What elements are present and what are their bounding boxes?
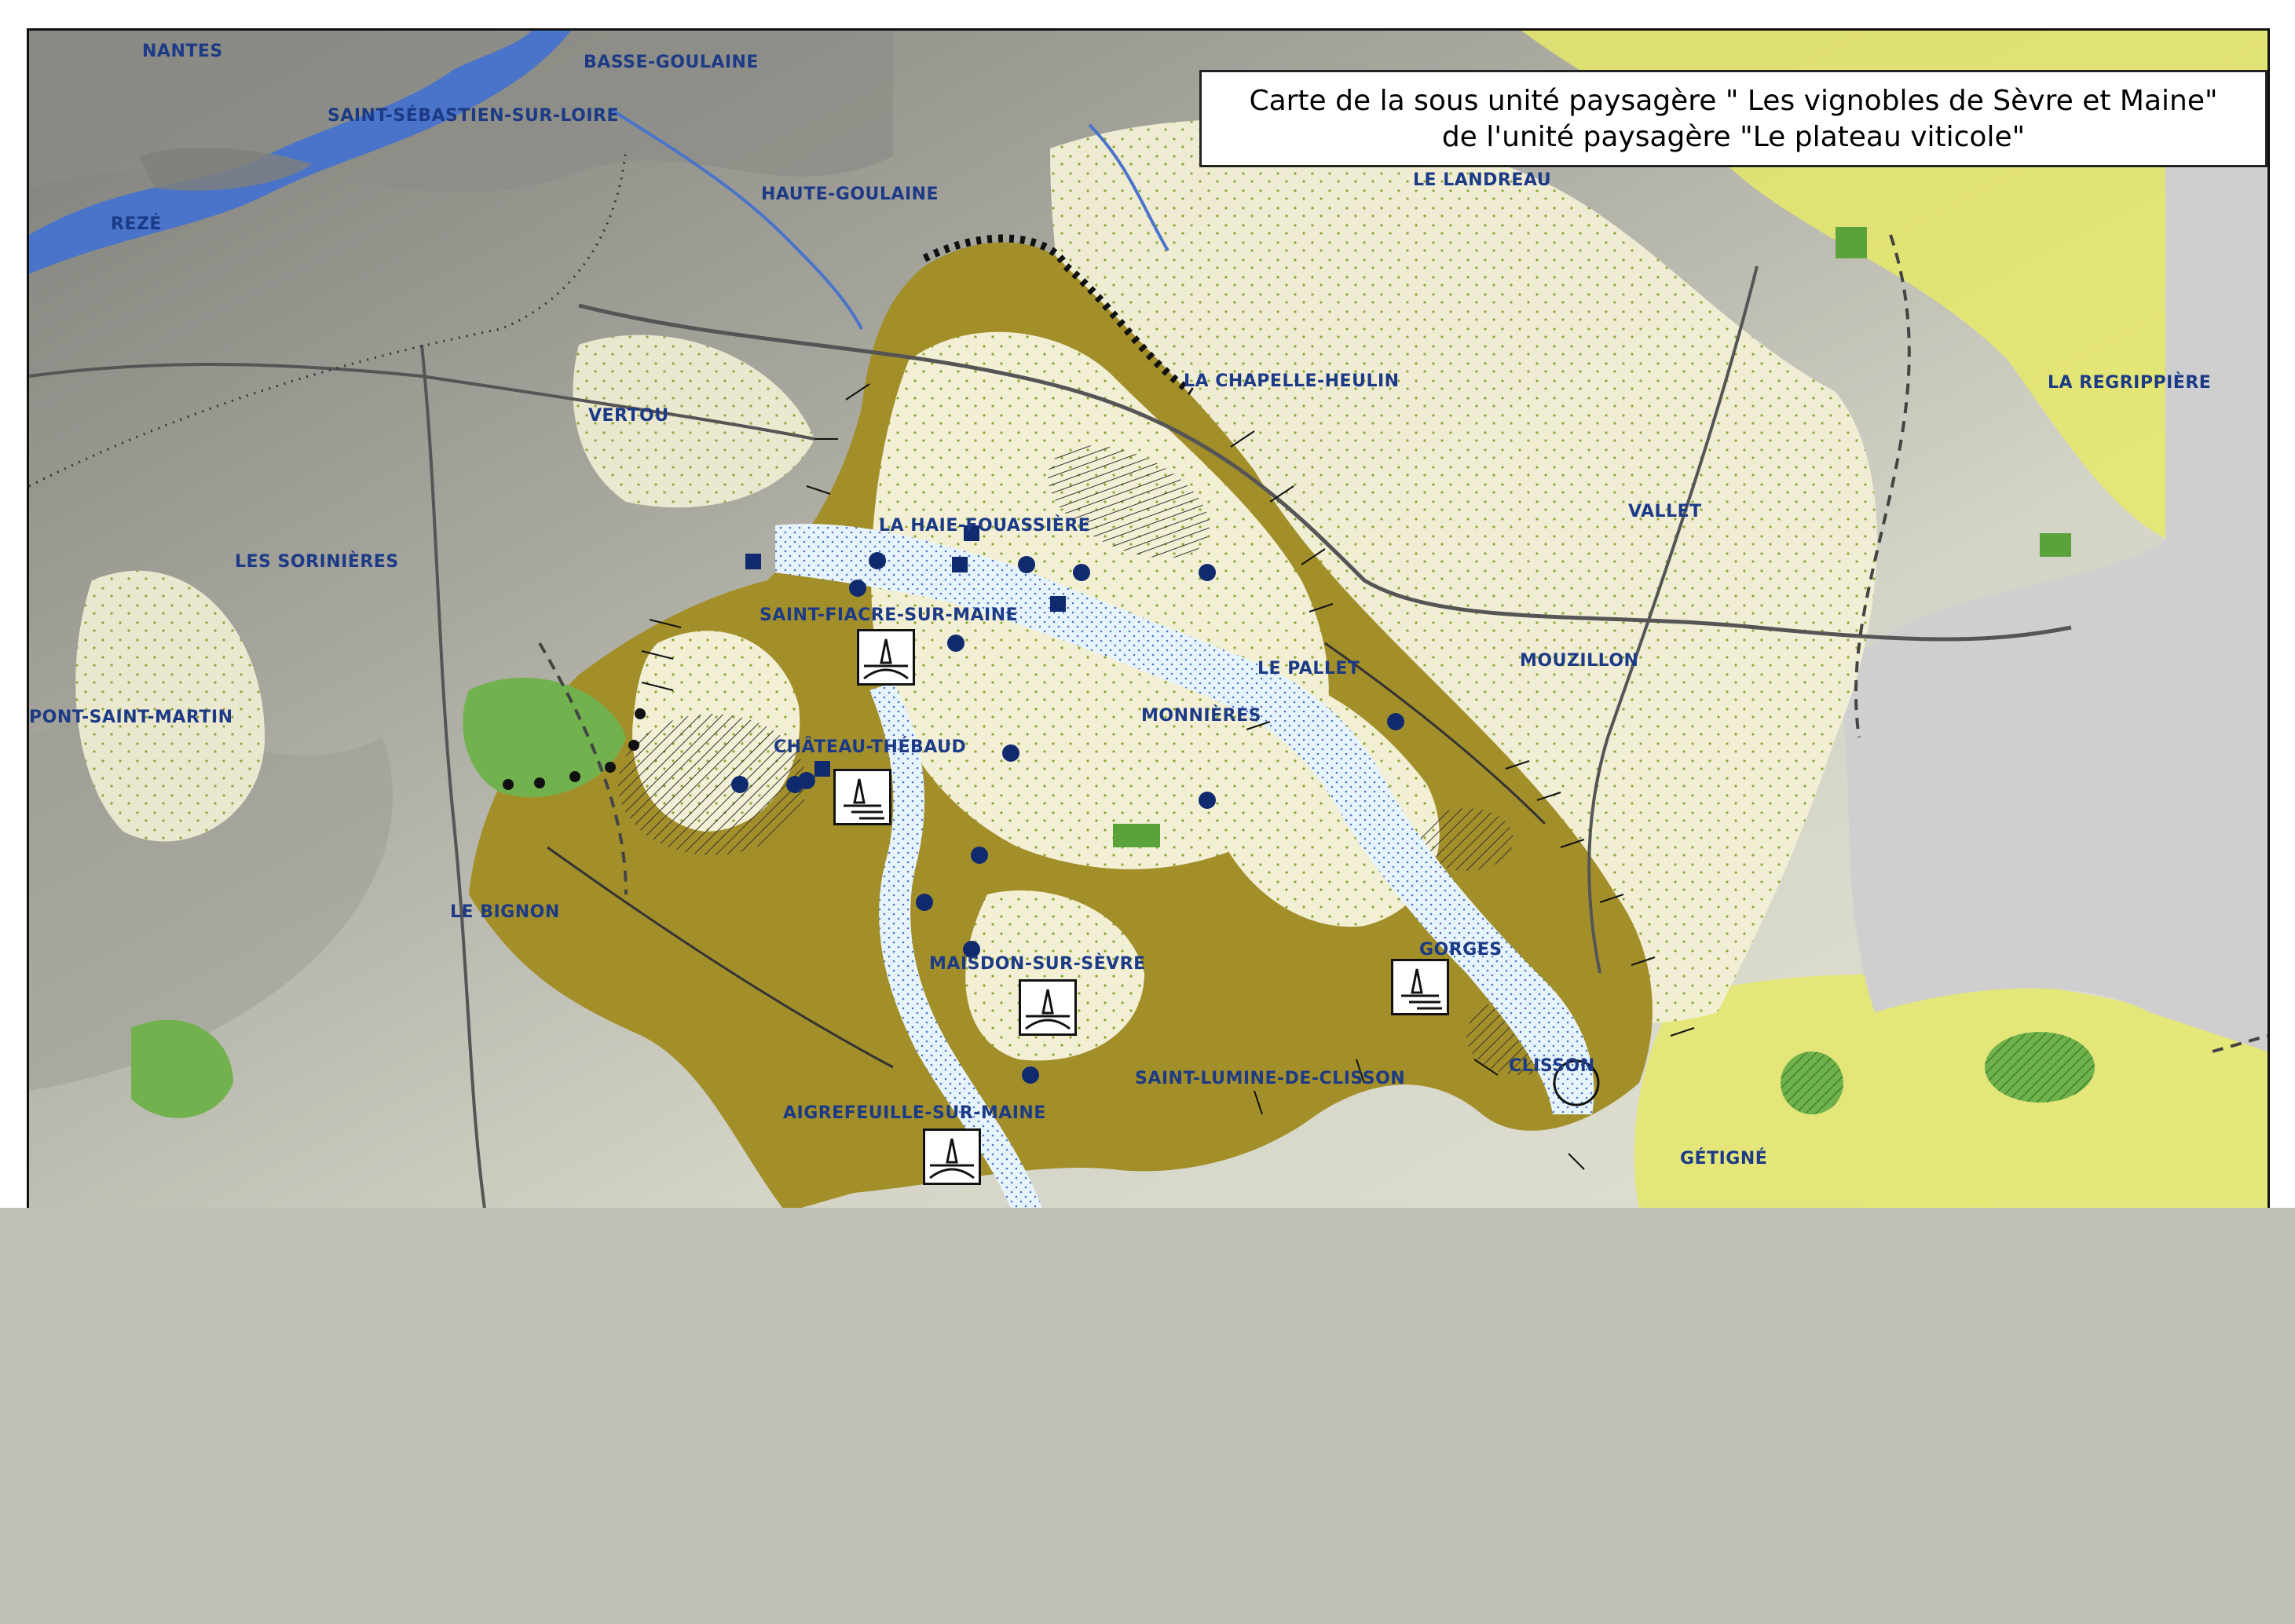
place-label-gorges: GORGES: [1419, 940, 1503, 960]
place-label-chateau-thebaud: CHÂTEAU-THÉBAUD: [774, 737, 967, 757]
place-label-vallet: VALLET: [1628, 502, 1702, 521]
place-label-le-pallet: LE PALLET: [1257, 659, 1360, 678]
map-title-line2: de l'unité paysagère "Le plateau viticol…: [1441, 121, 2026, 153]
place-label-pont-saint-martin: PONT-SAINT-MARTIN: [29, 708, 233, 727]
place-label-la-chapelle-heulin: LA CHAPELLE-HEULIN: [1184, 371, 1400, 391]
place-label-maisdon-sur-sevre: MAISDON-SUR-SÈVRE: [929, 954, 1146, 974]
place-label-le-bignon: LE BIGNON: [450, 902, 560, 922]
place-label-le-landreau: LE LANDREAU: [1413, 170, 1552, 190]
place-label-saint-sebastien-sur-loire: SAINT-SÉBASTIEN-SUR-LOIRE: [328, 106, 620, 126]
woods-area: [1113, 824, 1160, 847]
place-label-la-haie-fouassiere: LA HAIE-FOUASSIÈRE: [879, 516, 1091, 536]
bridge-panorama-icon: [1019, 979, 1077, 1036]
woods-area: [2040, 533, 2071, 557]
bridge-panorama-icon: [857, 629, 915, 686]
place-label-mouzillon: MOUZILLON: [1520, 651, 1639, 671]
bottom-band: [0, 1208, 2295, 1624]
water-panorama-icon: [1391, 959, 1449, 1015]
water-panorama-icon: [833, 769, 891, 825]
woods-area: [1985, 1032, 2095, 1103]
place-label-saint-lumine-de-clisson: SAINT-LUMINE-DE-CLISSON: [1135, 1069, 1406, 1088]
place-label-clisson: CLISSON: [1509, 1056, 1595, 1076]
place-label-saint-fiacre-sur-maine: SAINT-FIACRE-SUR-MAINE: [760, 605, 1019, 625]
place-label-basse-goulaine: BASSE-GOULAINE: [584, 53, 759, 72]
place-label-les-sorinieres: LES SORINIÈRES: [235, 552, 399, 572]
place-label-vertou: VERTOU: [588, 406, 669, 426]
place-label-la-regrippiere: LA REGRIPPIÈRE: [2048, 373, 2212, 393]
place-label-aigrefeuille-sur-maine: AIGREFEUILLE-SUR-MAINE: [783, 1103, 1046, 1123]
place-label-monnieres: MONNIÈRES: [1141, 706, 1261, 726]
place-label-getigne: GÉTIGNÉ: [1680, 1149, 1768, 1169]
map-canvas: [29, 31, 2268, 1209]
place-label-reze: REZÉ: [111, 214, 162, 234]
map-frame: Carte de la sous unité paysagère " Les v…: [27, 28, 2270, 1211]
woods-area: [1836, 227, 1867, 258]
place-label-nantes: NANTES: [142, 42, 223, 61]
map-title-line1: Carte de la sous unité paysagère " Les v…: [1249, 85, 2218, 117]
hatched-zone: [618, 714, 807, 855]
woods-area: [1781, 1052, 1843, 1114]
bridge-panorama-icon: [923, 1128, 981, 1185]
place-label-haute-goulaine: HAUTE-GOULAINE: [761, 185, 939, 204]
map-title-box: Carte de la sous unité paysagère " Les v…: [1199, 70, 2268, 167]
